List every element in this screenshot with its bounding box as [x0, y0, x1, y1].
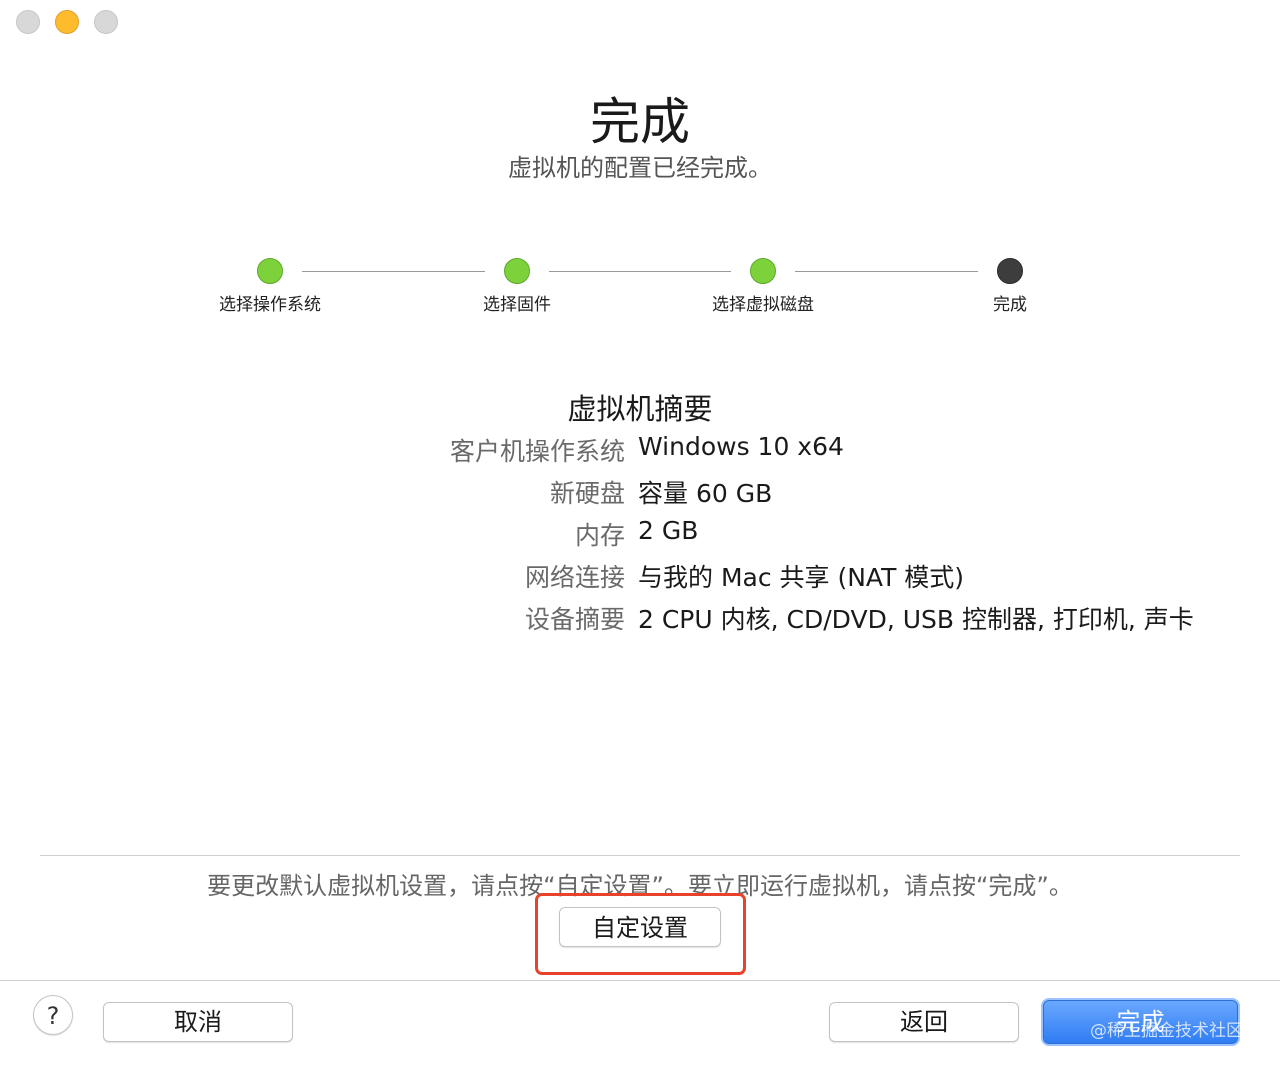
summary-value: 与我的 Mac 共享 (NAT 模式) [638, 563, 965, 592]
step-complete-dot [257, 258, 283, 284]
summary-label: 内存 [574, 521, 625, 550]
help-button[interactable]: ? [33, 995, 73, 1035]
summary-label: 设备摘要 [524, 605, 625, 634]
zoom-window-button[interactable] [94, 10, 118, 34]
summary-label: 客户机操作系统 [449, 437, 625, 466]
summary-value: Windows 10 x64 [638, 432, 844, 461]
back-button[interactable]: 返回 [829, 1002, 1019, 1042]
step-current-dot [997, 258, 1023, 284]
summary-label: 新硬盘 [549, 479, 625, 508]
summary-row-devices: 设备摘要 2 CPU 内核, CD/DVD, USB 控制器, 打印机, 声卡 [0, 600, 1280, 642]
minimize-window-button[interactable] [55, 10, 79, 34]
summary-value: 2 CPU 内核, CD/DVD, USB 控制器, 打印机, 声卡 [638, 605, 1194, 634]
step-select-firmware: 选择固件 [437, 258, 597, 315]
cancel-button[interactable]: 取消 [103, 1002, 293, 1042]
page-title: 完成 [590, 93, 690, 151]
step-label: 完成 [993, 295, 1027, 315]
step-finish: 完成 [930, 258, 1090, 315]
step-label: 选择虚拟磁盘 [712, 295, 814, 315]
step-select-disk: 选择虚拟磁盘 [683, 258, 843, 315]
divider [40, 855, 1240, 856]
step-complete-dot [750, 258, 776, 284]
step-select-os: 选择操作系统 [190, 258, 350, 315]
progress-steps: 选择操作系统 选择固件 选择虚拟磁盘 完成 [0, 258, 1280, 318]
close-window-button[interactable] [16, 10, 40, 34]
divider [0, 980, 1280, 981]
window-controls [16, 10, 118, 34]
summary-row-guest-os: 客户机操作系统 Windows 10 x64 [0, 432, 1280, 474]
step-label: 选择固件 [483, 295, 551, 315]
step-label: 选择操作系统 [219, 295, 321, 315]
summary-value: 2 GB [638, 516, 699, 545]
annotation-highlight-box [535, 893, 746, 975]
watermark: @稀土掘金技术社区 [1090, 1021, 1243, 1041]
summary-title: 虚拟机摘要 [567, 392, 713, 426]
summary-value: 容量 60 GB [638, 479, 773, 508]
summary-row-memory: 内存 2 GB [0, 516, 1280, 558]
summary-row-network: 网络连接 与我的 Mac 共享 (NAT 模式) [0, 558, 1280, 600]
step-complete-dot [504, 258, 530, 284]
summary-row-disk: 新硬盘 容量 60 GB [0, 474, 1280, 516]
page-subtitle: 虚拟机的配置已经完成。 [508, 154, 772, 182]
summary-label: 网络连接 [524, 563, 625, 592]
